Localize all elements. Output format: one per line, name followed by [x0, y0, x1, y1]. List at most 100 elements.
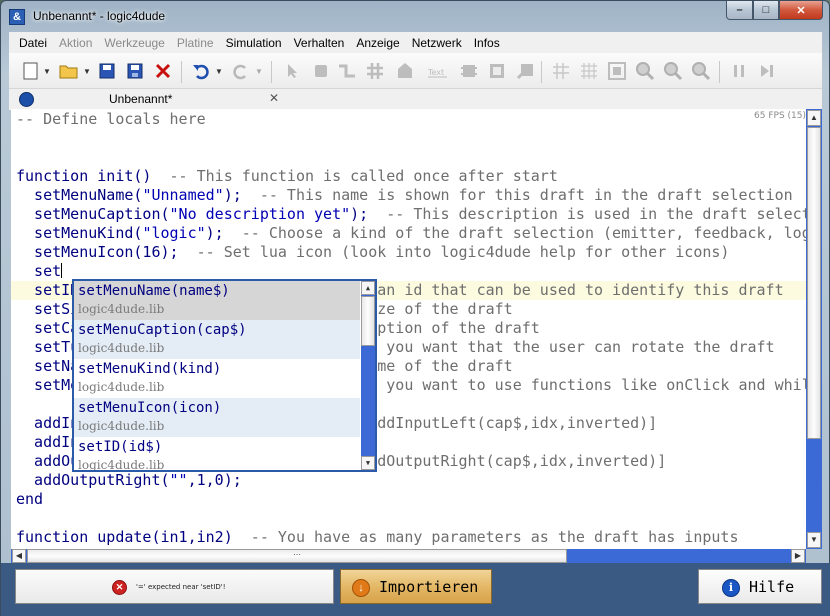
menu-werkzeuge[interactable]: Werkzeuge	[98, 36, 170, 50]
redo-button[interactable]	[231, 61, 251, 81]
undo-button[interactable]	[191, 61, 211, 81]
step-forward-icon	[761, 65, 773, 77]
document-tabs: Unbenannt* ✕	[9, 89, 822, 110]
error-icon: ✕	[112, 580, 127, 595]
scroll-left-icon[interactable]: ◀	[12, 549, 26, 563]
app-icon: &	[9, 9, 25, 25]
crop-tool-button[interactable]	[487, 61, 507, 81]
close-button[interactable]: ✕	[779, 1, 823, 20]
tab-close-icon[interactable]: ✕	[269, 91, 279, 105]
error-message: '=' expected near 'setID'!	[136, 583, 226, 591]
zoom-in-button[interactable]	[635, 61, 655, 81]
fit-view-button[interactable]	[607, 61, 627, 81]
title-bar[interactable]: & Unbenannt* - logic4dude – □ ✕	[1, 1, 829, 31]
code-line[interactable]: set	[16, 262, 63, 281]
maximize-button[interactable]: □	[753, 1, 779, 20]
component-tool-button[interactable]	[311, 61, 331, 81]
text-icon: Text	[427, 68, 447, 78]
wire-tool-button[interactable]	[337, 61, 357, 81]
zoom-reset-button[interactable]	[691, 61, 711, 81]
import-icon: ↓	[352, 579, 370, 597]
save-as-button[interactable]	[125, 61, 145, 81]
text-cursor	[61, 263, 63, 278]
dot-grid-icon	[553, 63, 569, 79]
pause-button[interactable]	[729, 61, 749, 81]
autocomplete-item[interactable]: setMenuName(name$) logic4dude.lib	[74, 281, 360, 320]
zoom-in-icon	[636, 62, 655, 81]
scroll-right-icon[interactable]: ▶	[791, 549, 805, 563]
import-label: Importieren	[379, 578, 479, 596]
save-icon	[99, 63, 115, 79]
fps-counter: 65 FPS (15)	[754, 111, 806, 121]
ac-scroll-up-icon[interactable]: ▲	[361, 281, 375, 295]
menu-verhalten[interactable]: Verhalten	[288, 36, 351, 50]
minimize-button[interactable]: –	[726, 1, 753, 20]
grid-tool-button[interactable]	[365, 61, 385, 81]
menu-netzwerk[interactable]: Netzwerk	[406, 36, 468, 50]
redo-icon	[233, 64, 246, 80]
menu-aktion[interactable]: Aktion	[53, 36, 98, 50]
move-icon	[516, 64, 533, 80]
open-file-button[interactable]	[59, 61, 79, 81]
import-button[interactable]: ↓ Importieren	[340, 569, 492, 604]
zoom-out-button[interactable]	[663, 61, 683, 81]
move-tool-button[interactable]	[515, 61, 535, 81]
autocomplete-scrollbar[interactable]: ▲ ▼	[361, 281, 375, 470]
select-tool-button[interactable]	[283, 61, 303, 81]
autocomplete-item[interactable]: setID(id$) logic4dude.lib	[74, 437, 360, 470]
code-line[interactable]: setMenuKind("logic"); -- Choose a kind o…	[16, 224, 806, 243]
scroll-thumb[interactable]	[807, 127, 821, 439]
code-line[interactable]: setMenuName("Unnamed"); -- This name is …	[16, 186, 793, 205]
scroll-up-icon[interactable]: ▲	[807, 110, 821, 126]
window-title: Unbenannt* - logic4dude	[33, 9, 166, 23]
ac-scroll-thumb[interactable]	[361, 296, 375, 346]
ac-scroll-down-icon[interactable]: ▼	[361, 456, 375, 470]
scroll-down-icon[interactable]: ▼	[807, 532, 821, 548]
text-tool-button[interactable]: Text	[427, 61, 447, 81]
code-line[interactable]: setMenuCaption("No description yet"); --…	[16, 205, 806, 224]
menu-infos[interactable]: Infos	[468, 36, 506, 50]
pause-icon	[734, 65, 744, 77]
application-window: & Unbenannt* - logic4dude – □ ✕ Datei Ak…	[0, 0, 830, 616]
autocomplete-item[interactable]: setMenuKind(kind) logic4dude.lib	[74, 359, 360, 398]
autocomplete-signature: setID(id$)	[78, 439, 163, 455]
code-line[interactable]: end	[16, 490, 43, 509]
lua-icon	[19, 92, 34, 107]
new-file-icon	[23, 62, 38, 80]
maximize-icon: □	[762, 4, 770, 16]
autocomplete-item[interactable]: setMenuIcon(icon) logic4dude.lib	[74, 398, 360, 437]
menu-simulation[interactable]: Simulation	[220, 36, 288, 50]
menu-platine[interactable]: Platine	[171, 36, 220, 50]
code-line[interactable]: function update(in1,in2) -- You have as …	[16, 528, 738, 547]
step-button[interactable]	[757, 61, 777, 81]
tab-unbenannt[interactable]: Unbenannt*	[109, 92, 172, 106]
h-scroll-thumb[interactable]: ⋯	[27, 549, 567, 563]
horizontal-scrollbar[interactable]: ◀ ⋯ ▶	[11, 549, 806, 563]
svg-text:Text: Text	[427, 68, 444, 77]
chip-tool-button[interactable]	[459, 61, 479, 81]
menu-anzeige[interactable]: Anzeige	[350, 36, 405, 50]
delete-x-icon	[155, 63, 171, 79]
fine-grid-icon	[581, 63, 597, 79]
pointer-icon	[288, 64, 297, 78]
code-line[interactable]: -- Define locals here	[16, 110, 206, 129]
zoom-reset-icon	[692, 62, 711, 81]
menu-datei[interactable]: Datei	[13, 36, 53, 50]
dots-grid-button[interactable]	[551, 61, 571, 81]
code-line[interactable]: setMenuIcon(16); -- Set lua icon (look i…	[16, 243, 729, 262]
code-line[interactable]: function init() -- This function is call…	[16, 167, 558, 186]
delete-button[interactable]	[153, 61, 173, 81]
help-label: Hilfe	[749, 578, 795, 596]
shape-tool-button[interactable]	[395, 61, 415, 81]
autocomplete-library: logic4dude.lib	[78, 458, 165, 470]
hash-grid-icon	[367, 63, 383, 79]
fine-grid-button[interactable]	[579, 61, 599, 81]
new-file-button[interactable]	[21, 61, 41, 81]
autocomplete-item[interactable]: setMenuCaption(cap$) logic4dude.lib	[74, 320, 360, 359]
code-line[interactable]: addOutputRight("",1,0);	[16, 471, 242, 490]
save-button[interactable]	[97, 61, 117, 81]
save-as-icon	[127, 63, 143, 79]
help-button[interactable]: i Hilfe	[698, 569, 822, 604]
vertical-scrollbar[interactable]: ▲ ▼	[806, 109, 822, 549]
open-folder-icon	[59, 65, 78, 79]
